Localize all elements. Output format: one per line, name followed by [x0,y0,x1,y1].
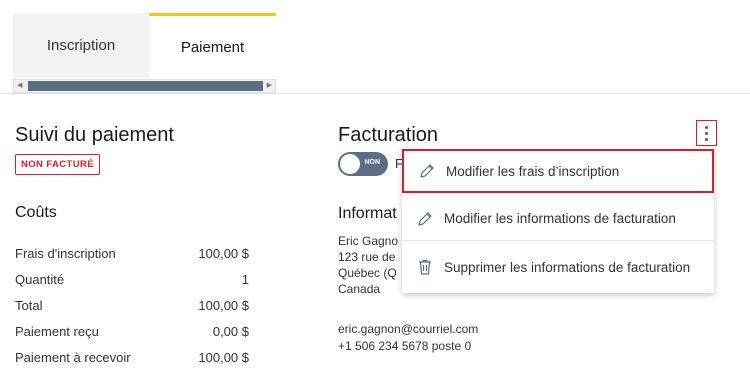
toggle-text: NON [364,159,380,166]
billing-info-title: Informat [338,205,397,222]
pencil-icon [418,162,436,180]
status-badge: NON FACTURÉ [15,154,101,175]
cost-label: Paiement à recevoir [15,350,131,365]
scroll-right-icon[interactable]: ▶ [267,81,272,91]
tab-inscription[interactable]: Inscription [13,13,149,78]
billing-email: eric.gagnon@courriel.com [338,322,479,336]
menu-item-edit-billing[interactable]: Modifier les informations de facturation [402,197,714,241]
cost-value: 0,00 $ [212,324,249,339]
menu-item-delete-billing[interactable]: Supprimer les informations de facturatio… [402,245,714,289]
toggle-knob [340,154,360,174]
cost-value: 1 [241,272,249,287]
kebab-dot [705,137,708,141]
address-line: Canada [338,282,381,296]
trash-icon [416,258,434,276]
cost-value: 100,00 $ [198,350,249,365]
billing-phone: +1 506 234 5678 poste 0 [338,339,472,353]
divider [0,93,750,94]
cost-label: Paiement reçu [15,324,99,339]
address-line: Québec (Q [338,266,397,280]
cost-label: Quantité [15,272,65,287]
kebab-dot [705,131,708,135]
menu-item-label: Modifier les informations de facturation [444,211,676,226]
cost-label: Total [15,298,43,313]
cost-row: Paiement reçu 0,00 $ [15,324,249,339]
tab-bar: Inscription Paiement ◀ ▶ [13,13,276,93]
menu-item-label: Modifier les frais d’inscription [446,163,620,179]
menu-item-edit-fees[interactable]: Modifier les frais d’inscription [402,149,714,193]
options-menu: Modifier les frais d’inscription Modifie… [402,147,714,293]
address-line: 123 rue de [338,250,396,264]
menu-item-label: Supprimer les informations de facturatio… [444,259,691,275]
costs-title: Coûts [15,204,57,221]
scroll-left-icon[interactable]: ◀ [17,81,22,91]
kebab-dot [705,125,708,129]
scrollbar-thumb[interactable] [28,81,263,91]
cost-row: Paiement à recevoir 100,00 $ [15,350,249,365]
more-options-button[interactable] [696,120,717,146]
cost-row: Frais d'inscription 100,00 $ [15,246,249,261]
tab-paiement[interactable]: Paiement [149,13,276,78]
cost-value: 100,00 $ [198,298,249,313]
cost-value: 100,00 $ [198,246,249,261]
tab-scrollbar[interactable]: ◀ ▶ [13,79,276,93]
address-line: Eric Gagno [338,234,399,248]
cost-label: Frais d'inscription [15,246,116,261]
billing-toggle[interactable]: NON [338,152,388,176]
cost-row: Total 100,00 $ [15,298,249,313]
pencil-icon [416,210,434,228]
payment-title: Suivi du paiement [15,124,174,146]
cost-row: Quantité 1 [15,272,249,287]
billing-title: Facturation [338,124,439,146]
